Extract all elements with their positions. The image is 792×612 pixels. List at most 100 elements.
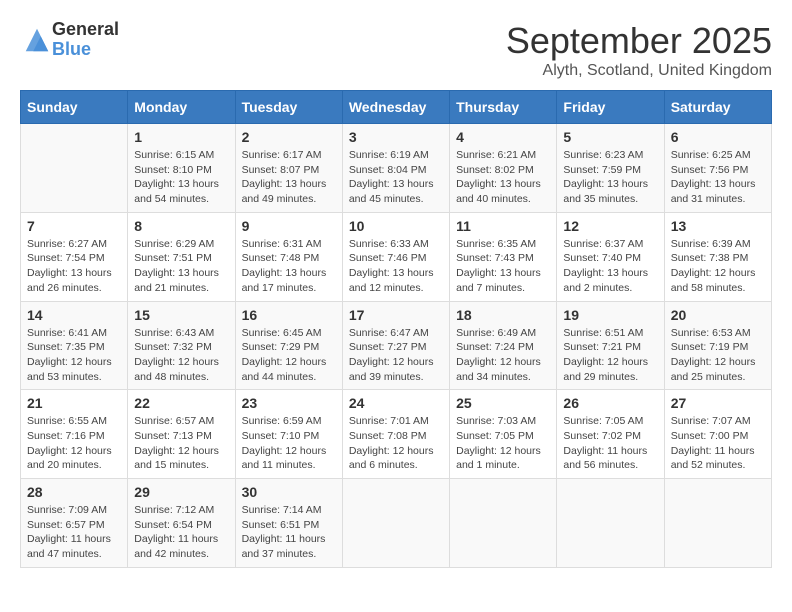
calendar-table: Sunday Monday Tuesday Wednesday Thursday… [20, 90, 772, 568]
calendar-body: 1 Sunrise: 6:15 AM Sunset: 8:10 PM Daylig… [21, 124, 772, 568]
day-info: Sunrise: 6:15 AM Sunset: 8:10 PM Dayligh… [134, 148, 228, 207]
header-saturday: Saturday [664, 91, 771, 124]
day-info: Sunrise: 7:09 AM Sunset: 6:57 PM Dayligh… [27, 503, 121, 562]
calendar-cell: 5Sunrise: 6:23 AM Sunset: 7:59 PM Daylig… [557, 124, 664, 213]
calendar-cell: 29Sunrise: 7:12 AM Sunset: 6:54 PM Dayli… [128, 479, 235, 568]
day-info: Sunrise: 6:39 AM Sunset: 7:38 PM Dayligh… [671, 237, 765, 296]
day-number: 2 [242, 129, 336, 145]
calendar-cell [557, 479, 664, 568]
calendar-cell: 28 Sunrise: 7:09 AM Sunset: 6:57 PM Dayli… [21, 479, 128, 568]
day-number: 23 [242, 395, 336, 411]
day-info: Sunrise: 6:59 AM Sunset: 7:10 PM Dayligh… [242, 414, 336, 473]
day-number: 7 [27, 218, 121, 234]
day-info: Sunrise: 6:57 AM Sunset: 7:13 PM Dayligh… [134, 414, 228, 473]
calendar-cell: 30Sunrise: 7:14 AM Sunset: 6:51 PM Dayli… [235, 479, 342, 568]
day-info: Sunrise: 6:51 AM Sunset: 7:21 PM Dayligh… [563, 326, 657, 385]
calendar-cell: 7 Sunrise: 6:27 AM Sunset: 7:54 PM Daylig… [21, 212, 128, 301]
calendar-cell: 1 Sunrise: 6:15 AM Sunset: 8:10 PM Daylig… [128, 124, 235, 213]
calendar-cell: 11 Sunrise: 6:35 AM Sunset: 7:43 PM Dayli… [450, 212, 557, 301]
calendar-cell: 10 Sunrise: 6:33 AM Sunset: 7:46 PM Dayli… [342, 212, 449, 301]
logo-blue: Blue [52, 40, 119, 60]
calendar-cell: 14Sunrise: 6:41 AM Sunset: 7:35 PM Dayli… [21, 301, 128, 390]
day-info: Sunrise: 7:01 AM Sunset: 7:08 PM Dayligh… [349, 414, 443, 473]
day-info: Sunrise: 7:07 AM Sunset: 7:00 PM Dayligh… [671, 414, 765, 473]
day-number: 3 [349, 129, 443, 145]
day-info: Sunrise: 6:35 AM Sunset: 7:43 PM Dayligh… [456, 237, 550, 296]
day-number: 21 [27, 395, 121, 411]
day-number: 10 [349, 218, 443, 234]
header-monday: Monday [128, 91, 235, 124]
day-number: 22 [134, 395, 228, 411]
day-info: Sunrise: 6:31 AM Sunset: 7:48 PM Dayligh… [242, 237, 336, 296]
month-title: September 2025 [506, 20, 772, 62]
calendar-cell: 12Sunrise: 6:37 AM Sunset: 7:40 PM Dayli… [557, 212, 664, 301]
calendar-cell: 2 Sunrise: 6:17 AM Sunset: 8:07 PM Daylig… [235, 124, 342, 213]
day-number: 25 [456, 395, 550, 411]
calendar-cell: 13 Sunrise: 6:39 AM Sunset: 7:38 PM Dayli… [664, 212, 771, 301]
day-info: Sunrise: 7:12 AM Sunset: 6:54 PM Dayligh… [134, 503, 228, 562]
day-number: 15 [134, 307, 228, 323]
day-number: 8 [134, 218, 228, 234]
calendar-cell [664, 479, 771, 568]
calendar-row: 21 Sunrise: 6:55 AM Sunset: 7:16 PM Dayli… [21, 390, 772, 479]
header-tuesday: Tuesday [235, 91, 342, 124]
day-number: 17 [349, 307, 443, 323]
calendar-cell: 24Sunrise: 7:01 AM Sunset: 7:08 PM Dayli… [342, 390, 449, 479]
page-header: General Blue September 2025 Alyth, Scotl… [20, 20, 772, 80]
day-info: Sunrise: 6:49 AM Sunset: 7:24 PM Dayligh… [456, 326, 550, 385]
day-info: Sunrise: 6:43 AM Sunset: 7:32 PM Dayligh… [134, 326, 228, 385]
day-info: Sunrise: 6:27 AM Sunset: 7:54 PM Dayligh… [27, 237, 121, 296]
calendar-cell: 25Sunrise: 7:03 AM Sunset: 7:05 PM Dayli… [450, 390, 557, 479]
calendar-cell: 6Sunrise: 6:25 AM Sunset: 7:56 PM Daylig… [664, 124, 771, 213]
day-info: Sunrise: 6:21 AM Sunset: 8:02 PM Dayligh… [456, 148, 550, 207]
calendar-cell: 16Sunrise: 6:45 AM Sunset: 7:29 PM Dayli… [235, 301, 342, 390]
header-sunday: Sunday [21, 91, 128, 124]
day-number: 14 [27, 307, 121, 323]
day-info: Sunrise: 6:55 AM Sunset: 7:16 PM Dayligh… [27, 414, 121, 473]
day-number: 18 [456, 307, 550, 323]
calendar-cell: 8 Sunrise: 6:29 AM Sunset: 7:51 PM Daylig… [128, 212, 235, 301]
day-info: Sunrise: 6:53 AM Sunset: 7:19 PM Dayligh… [671, 326, 765, 385]
calendar-cell: 26 Sunrise: 7:05 AM Sunset: 7:02 PM Dayli… [557, 390, 664, 479]
day-number: 1 [134, 129, 228, 145]
calendar-row: 28 Sunrise: 7:09 AM Sunset: 6:57 PM Dayli… [21, 479, 772, 568]
day-number: 11 [456, 218, 550, 234]
header-row: Sunday Monday Tuesday Wednesday Thursday… [21, 91, 772, 124]
day-number: 20 [671, 307, 765, 323]
calendar-cell [21, 124, 128, 213]
day-number: 26 [563, 395, 657, 411]
day-number: 9 [242, 218, 336, 234]
calendar-header: Sunday Monday Tuesday Wednesday Thursday… [21, 91, 772, 124]
calendar-row: 14Sunrise: 6:41 AM Sunset: 7:35 PM Dayli… [21, 301, 772, 390]
title-area: September 2025 Alyth, Scotland, United K… [506, 20, 772, 80]
calendar-cell: 21 Sunrise: 6:55 AM Sunset: 7:16 PM Dayli… [21, 390, 128, 479]
calendar-cell [450, 479, 557, 568]
header-wednesday: Wednesday [342, 91, 449, 124]
day-number: 28 [27, 484, 121, 500]
calendar-row: 1 Sunrise: 6:15 AM Sunset: 8:10 PM Daylig… [21, 124, 772, 213]
day-info: Sunrise: 7:05 AM Sunset: 7:02 PM Dayligh… [563, 414, 657, 473]
calendar-cell: 15 Sunrise: 6:43 AM Sunset: 7:32 PM Dayli… [128, 301, 235, 390]
day-number: 13 [671, 218, 765, 234]
calendar-cell: 3 Sunrise: 6:19 AM Sunset: 8:04 PM Daylig… [342, 124, 449, 213]
calendar-cell: 18 Sunrise: 6:49 AM Sunset: 7:24 PM Dayli… [450, 301, 557, 390]
logo-text: General Blue [52, 20, 119, 60]
day-info: Sunrise: 6:33 AM Sunset: 7:46 PM Dayligh… [349, 237, 443, 296]
header-friday: Friday [557, 91, 664, 124]
day-info: Sunrise: 6:47 AM Sunset: 7:27 PM Dayligh… [349, 326, 443, 385]
logo: General Blue [20, 20, 119, 60]
day-number: 4 [456, 129, 550, 145]
calendar-cell [342, 479, 449, 568]
day-number: 12 [563, 218, 657, 234]
day-number: 27 [671, 395, 765, 411]
calendar-cell: 4 Sunrise: 6:21 AM Sunset: 8:02 PM Daylig… [450, 124, 557, 213]
day-info: Sunrise: 6:19 AM Sunset: 8:04 PM Dayligh… [349, 148, 443, 207]
calendar-cell: 22 Sunrise: 6:57 AM Sunset: 7:13 PM Dayli… [128, 390, 235, 479]
calendar-cell: 23 Sunrise: 6:59 AM Sunset: 7:10 PM Dayli… [235, 390, 342, 479]
calendar-cell: 9 Sunrise: 6:31 AM Sunset: 7:48 PM Daylig… [235, 212, 342, 301]
day-info: Sunrise: 6:29 AM Sunset: 7:51 PM Dayligh… [134, 237, 228, 296]
day-info: Sunrise: 6:17 AM Sunset: 8:07 PM Dayligh… [242, 148, 336, 207]
day-info: Sunrise: 6:45 AM Sunset: 7:29 PM Dayligh… [242, 326, 336, 385]
day-number: 6 [671, 129, 765, 145]
day-number: 5 [563, 129, 657, 145]
